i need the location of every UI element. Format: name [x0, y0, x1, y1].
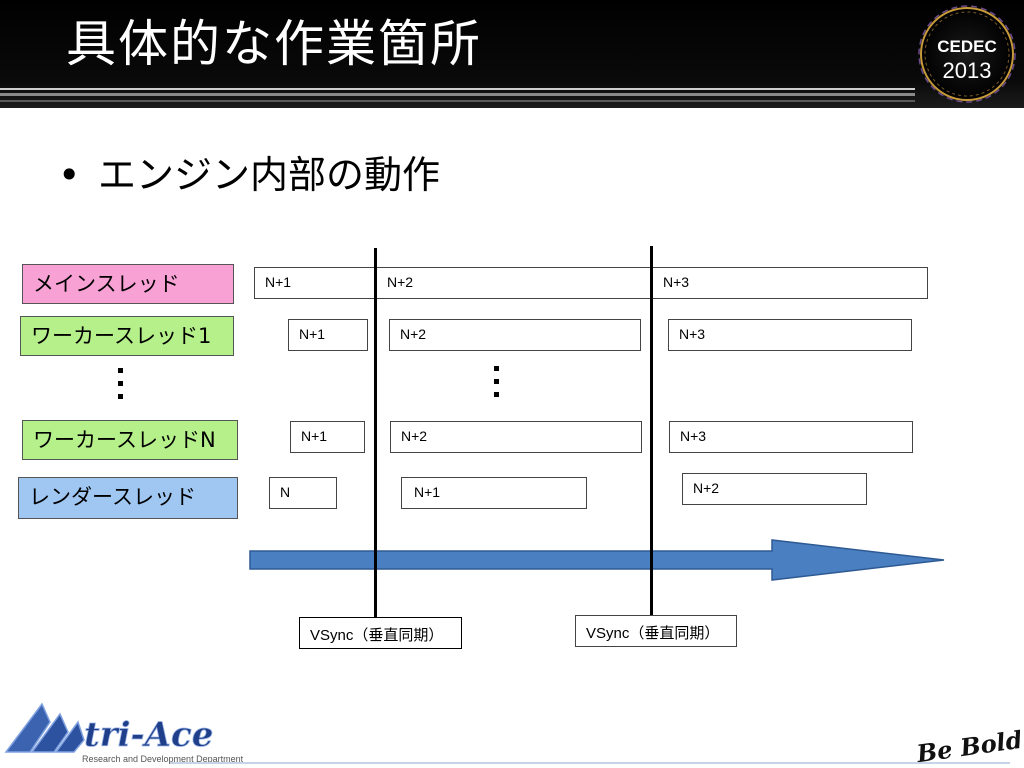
frame-box: N+3 — [668, 319, 912, 351]
thread-label-text: レンダースレッド — [29, 485, 196, 509]
thread-label-main: メインスレッド — [22, 264, 234, 304]
bullet-item: • エンジン内部の動作 — [58, 150, 440, 200]
frame-label: N+2 — [400, 326, 427, 342]
frame-label: N+3 — [680, 428, 707, 444]
frame-label: N+1 — [414, 484, 441, 500]
frame-box: N+3 — [652, 267, 928, 299]
frame-box: N+2 — [376, 267, 654, 299]
frame-label: N+3 — [663, 274, 690, 290]
thread-label-text: ワーカースレッドN — [33, 428, 216, 452]
svg-text:CEDEC: CEDEC — [937, 37, 997, 56]
ellipsis-dots — [494, 366, 500, 405]
frame-label: N+1 — [299, 326, 326, 342]
ellipsis-dots — [118, 368, 124, 407]
slide-title: 具体的な作業箇所 — [66, 15, 482, 73]
vsync-line — [650, 246, 653, 616]
frame-box: N+1 — [401, 477, 587, 509]
bebold-logo: Be Bold! — [912, 722, 1024, 768]
title-stripe — [0, 93, 915, 96]
title-stripe — [0, 100, 915, 102]
frame-label: N+1 — [265, 274, 292, 290]
frame-box: N — [269, 477, 337, 509]
frame-label: N+2 — [693, 480, 720, 496]
title-bar: 具体的な作業箇所 — [0, 0, 1024, 108]
frame-box: N+2 — [389, 319, 641, 351]
frame-label: N+2 — [401, 428, 428, 444]
thread-label-worker1: ワーカースレッド1 — [20, 316, 234, 356]
bullet-dot: • — [58, 153, 81, 197]
thread-label-workerN: ワーカースレッドN — [22, 420, 238, 460]
thread-label-text: メインスレッド — [33, 272, 180, 296]
cedec-logo: CEDEC 2013 — [915, 4, 1019, 104]
svg-text:2013: 2013 — [943, 58, 992, 83]
frame-box: N+1 — [288, 319, 368, 351]
frame-label: N+3 — [679, 326, 706, 342]
vsync-label-text: VSync（垂直同期） — [586, 625, 720, 642]
svg-text:Be Bold!: Be Bold! — [914, 723, 1020, 766]
frame-box: N+2 — [682, 473, 867, 505]
vsync-line — [374, 248, 377, 618]
vsync-label-text: VSync（垂直同期） — [310, 627, 444, 644]
bullet-text: エンジン内部の動作 — [98, 153, 441, 197]
frame-box: N+2 — [390, 421, 642, 453]
svg-text:tri-Ace: tri-Ace — [84, 715, 213, 755]
thread-label-render: レンダースレッド — [18, 477, 238, 519]
frame-label: N — [280, 484, 291, 500]
footer-line — [170, 762, 1010, 764]
vsync-label: VSync（垂直同期） — [575, 615, 737, 647]
title-stripe — [0, 88, 915, 90]
frame-box: N+1 — [254, 267, 378, 299]
frame-box: N+1 — [290, 421, 365, 453]
vsync-label: VSync（垂直同期） — [299, 617, 462, 649]
frame-label: N+1 — [301, 428, 328, 444]
triace-logo: tri-Ace Research and Development Departm… — [2, 700, 284, 768]
thread-label-text: ワーカースレッド1 — [31, 324, 212, 348]
timeline-arrow — [248, 538, 948, 582]
frame-label: N+2 — [387, 274, 414, 290]
frame-box: N+3 — [669, 421, 913, 453]
